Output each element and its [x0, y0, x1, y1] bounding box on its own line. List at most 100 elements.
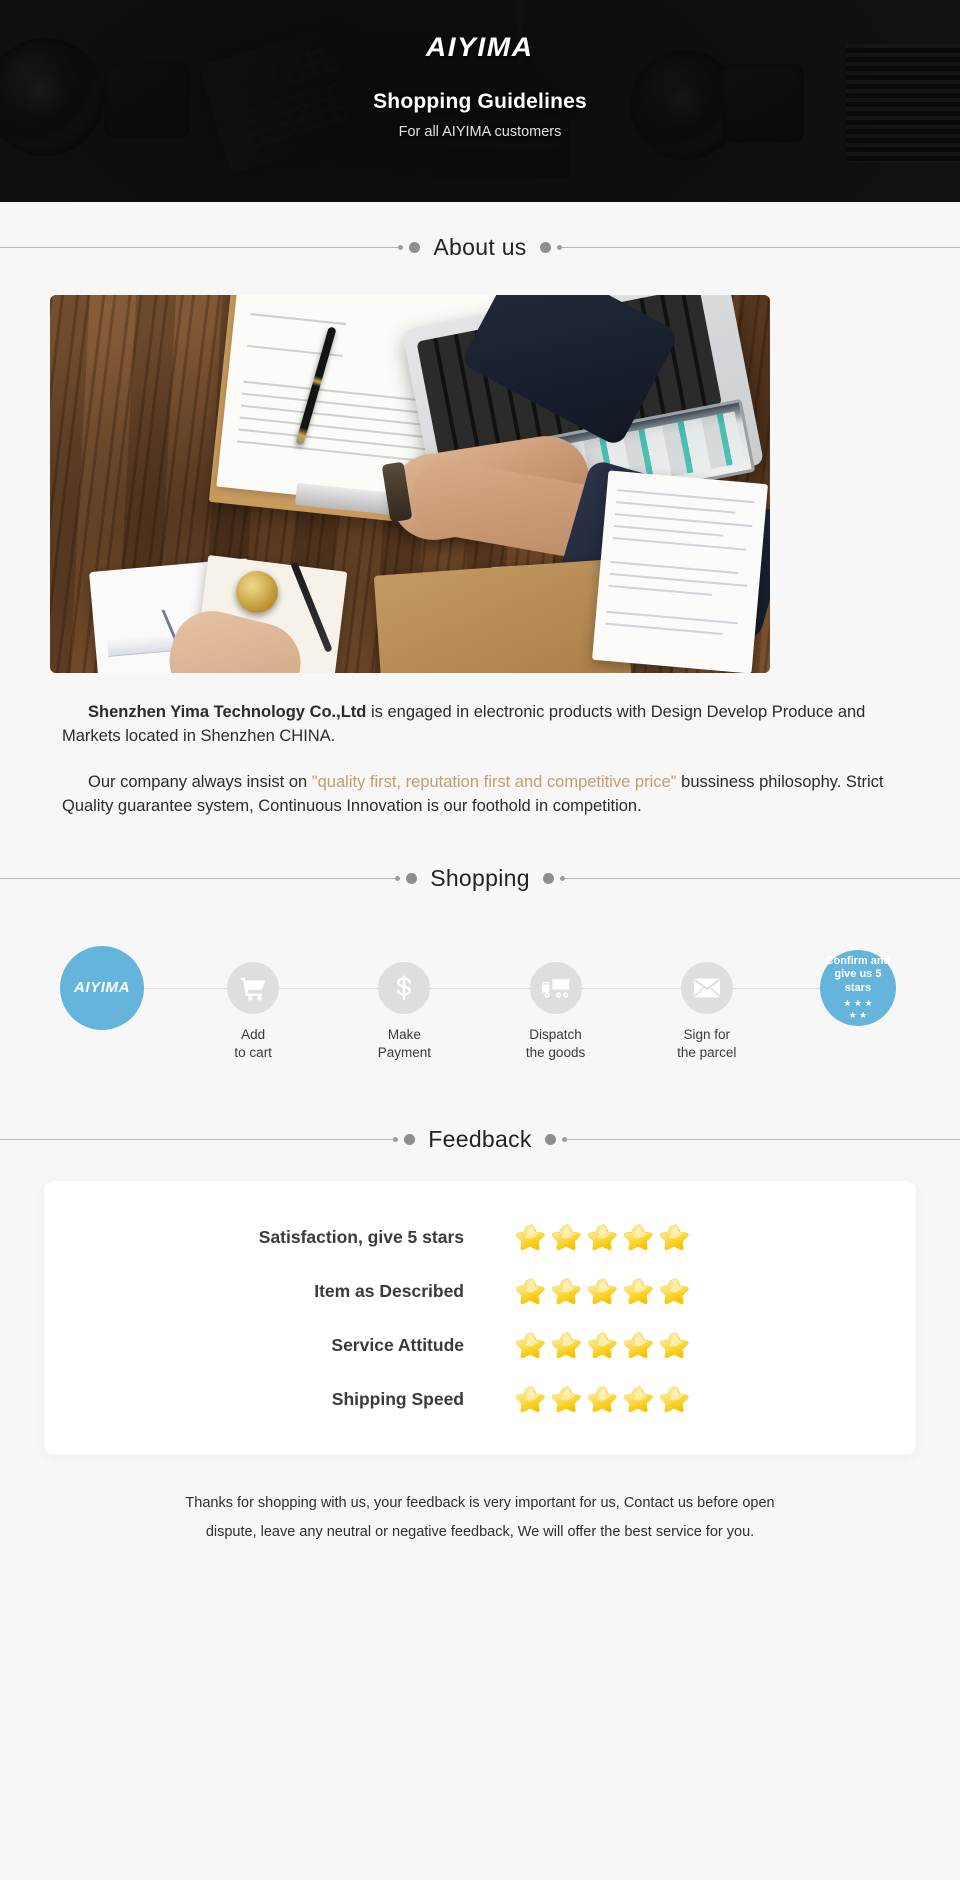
section-title-about: About us — [433, 234, 527, 260]
divider-dot-large — [539, 242, 551, 253]
feedback-label: Satisfaction, give 5 stars — [258, 1227, 464, 1248]
shopping-cart-icon — [227, 961, 280, 1014]
feedback-label: Shipping Speed — [331, 1389, 464, 1410]
shopping-steps: AIYIMA Add to cart Make Payment Dispatch… — [40, 940, 920, 1080]
star-icon — [588, 1278, 617, 1305]
shopping-section: Shopping AIYIMA Add to cart Make Payment… — [0, 865, 960, 1080]
about-paragraph-1: Shenzhen Yima Technology Co.,Ltd is enga… — [62, 701, 898, 749]
step-label-line2: the goods — [525, 1044, 586, 1060]
star-icon — [660, 1224, 689, 1251]
company-name: Shenzhen Yima Technology Co.,Ltd — [88, 703, 367, 721]
feedback-star-rating[interactable] — [516, 1276, 691, 1307]
shopping-step-make-payment: Make Payment — [342, 940, 466, 1062]
section-header-shopping: Shopping — [0, 865, 960, 892]
footer-note-line1: Thanks for shopping with us, your feedba… — [185, 1494, 775, 1511]
star-icon — [516, 1224, 545, 1251]
star-icon — [660, 1332, 689, 1359]
feedback-card: Satisfaction, give 5 stars Item as Descr… — [44, 1180, 916, 1455]
star-icon — [552, 1278, 581, 1305]
feedback-label: Item as Described — [314, 1281, 464, 1302]
section-title-shopping: Shopping — [430, 864, 530, 891]
divider-dot-small — [393, 1136, 399, 1142]
feedback-star-rating[interactable] — [516, 1330, 691, 1361]
feedback-row: Service Attitude — [44, 1319, 916, 1373]
star-icon — [516, 1332, 545, 1359]
about-image-wrapper — [50, 295, 910, 673]
hero-text-block: AIYIMA Shopping Guidelines For all AIYIM… — [0, 0, 960, 202]
step-label-line1: Sign for — [683, 1026, 730, 1042]
feedback-row: Shipping Speed — [44, 1373, 916, 1427]
divider-dot-large — [409, 242, 421, 253]
star-icon — [516, 1278, 545, 1305]
dollar-icon — [378, 961, 431, 1014]
divider-dot-small — [398, 245, 404, 250]
confirm-stars-bottom: ★ ★ — [848, 1010, 868, 1021]
shopping-step-label: Sign for the parcel — [677, 1026, 736, 1062]
divider-line-right — [561, 247, 960, 248]
step-label-line1: Make — [387, 1026, 421, 1042]
shopping-step-confirm: Confirm and give us 5 stars ★ ★ ★ ★ ★ — [796, 940, 920, 1026]
footer-note: Thanks for shopping with us, your feedba… — [70, 1489, 890, 1547]
about-paragraph-2-start: Our company always insist on — [88, 772, 312, 791]
feedback-row: Satisfaction, give 5 stars — [44, 1211, 916, 1265]
star-icon — [588, 1386, 617, 1413]
report-paper — [592, 470, 768, 673]
shopping-step-label: Add to cart — [234, 1026, 272, 1062]
shopping-step-dispatch: Dispatch the goods — [494, 940, 618, 1062]
hero-banner: AIYIMA Shopping Guidelines For all AIYIM… — [0, 0, 960, 202]
section-header-about: About us — [0, 234, 960, 261]
feedback-label: Service Attitude — [331, 1335, 464, 1356]
divider-line-left — [0, 877, 396, 879]
step-label-line1: Add — [241, 1026, 266, 1042]
about-paragraph-2: Our company always insist on "quality fi… — [62, 771, 898, 819]
about-quote: "quality first, reputation first and com… — [311, 772, 677, 791]
divider-line-right — [566, 1138, 960, 1140]
page-root: AIYIMA Shopping Guidelines For all AIYIM… — [0, 0, 960, 1880]
gold-stamp-icon — [236, 571, 278, 613]
hero-title: Shopping Guidelines — [373, 90, 587, 113]
shopping-step-sign-parcel: Sign for the parcel — [645, 940, 769, 1062]
divider-line-left — [0, 1138, 394, 1140]
feedback-star-rating[interactable] — [516, 1222, 691, 1253]
aiyima-logo-icon: AIYIMA — [60, 945, 144, 1030]
divider-line-right — [564, 877, 960, 879]
step-label-line1: Dispatch — [529, 1026, 582, 1042]
section-title-feedback: Feedback — [428, 1125, 532, 1152]
shopping-step-brand: AIYIMA — [40, 940, 164, 1030]
divider-line-left — [0, 247, 399, 248]
star-icon — [552, 1224, 581, 1251]
star-icon — [552, 1332, 581, 1359]
star-icon — [624, 1386, 653, 1413]
aiyima-logo-text: AIYIMA — [73, 979, 131, 997]
confirm-text-line1: Confirm and — [825, 954, 891, 967]
section-header-feedback: Feedback — [0, 1126, 960, 1153]
star-icon — [660, 1386, 689, 1413]
star-icon — [588, 1224, 617, 1251]
shopping-step-add-to-cart: Add to cart — [191, 940, 315, 1062]
feedback-row: Item as Described — [44, 1265, 916, 1319]
divider-dot-large — [404, 1133, 416, 1145]
confirm-text-line2: give us 5 stars — [834, 968, 882, 995]
star-icon — [624, 1224, 653, 1251]
step-label-line2: the parcel — [677, 1044, 737, 1060]
star-icon — [660, 1278, 689, 1305]
five-star-icon: Confirm and give us 5 stars ★ ★ ★ ★ ★ — [819, 949, 896, 1026]
confirm-stars-top: ★ ★ ★ — [843, 997, 873, 1008]
star-icon — [624, 1278, 653, 1305]
star-icon — [588, 1332, 617, 1359]
handshake-desk-photo — [50, 295, 770, 673]
star-icon — [624, 1332, 653, 1359]
feedback-section: Feedback Satisfaction, give 5 stars Item… — [0, 1126, 960, 1455]
about-copy: Shenzhen Yima Technology Co.,Ltd is enga… — [62, 701, 898, 819]
hero-subtitle: For all AIYIMA customers — [398, 124, 562, 140]
envelope-icon — [680, 961, 733, 1014]
footer-note-line2: dispute, leave any neutral or negative f… — [205, 1523, 755, 1540]
feedback-star-rating[interactable] — [516, 1384, 691, 1415]
star-icon — [552, 1386, 581, 1413]
divider-dot-small — [395, 875, 401, 881]
divider-dot-large — [406, 872, 418, 884]
brand-logo: AIYIMA — [426, 32, 534, 62]
step-label-line2: Payment — [377, 1044, 432, 1060]
truck-icon — [529, 961, 582, 1014]
shopping-step-label: Dispatch the goods — [526, 1026, 585, 1062]
